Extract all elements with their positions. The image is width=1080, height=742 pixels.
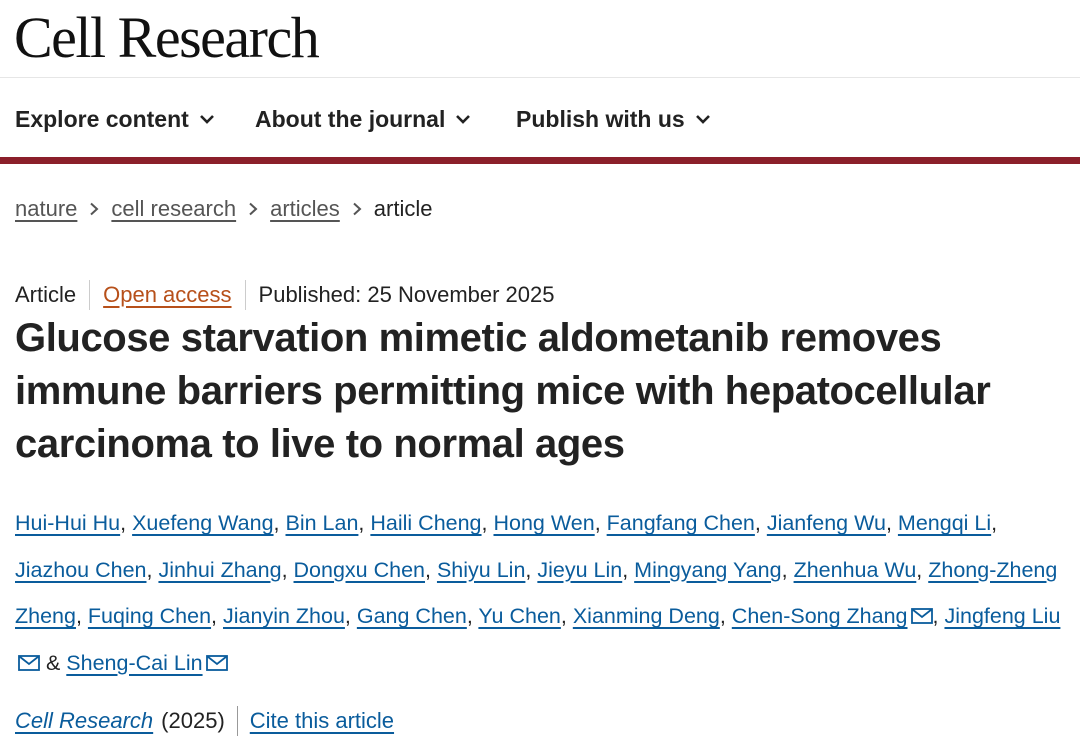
citation: Cell Research (2025) Cite this article xyxy=(15,706,394,736)
breadcrumb-current: article xyxy=(373,196,433,221)
chevron-down-icon xyxy=(695,115,710,124)
nav-publish-with-us[interactable]: Publish with us xyxy=(516,106,711,133)
masthead: Cell Research xyxy=(0,0,1080,78)
author-link[interactable]: Yu Chen xyxy=(478,604,560,628)
author-link[interactable]: Fangfang Chen xyxy=(607,511,755,535)
article-meta: Article Open access Published: 25 Novemb… xyxy=(15,280,555,310)
breadcrumb-articles[interactable]: articles xyxy=(270,196,340,222)
author-link[interactable]: Fuqing Chen xyxy=(88,604,211,628)
meta-divider xyxy=(244,280,246,310)
chevron-right-icon xyxy=(89,202,99,216)
author-link[interactable]: Jinhui Zhang xyxy=(158,558,281,582)
author-separator: , xyxy=(120,511,133,535)
author-separator: , xyxy=(344,604,357,628)
citation-divider xyxy=(236,706,238,736)
main-nav: Explore content About the journal Publis… xyxy=(0,79,1080,158)
author-separator: , xyxy=(719,604,732,628)
author-separator: , xyxy=(75,604,88,628)
author-link[interactable]: Mengqi Li xyxy=(898,511,991,535)
author-link[interactable]: Xianming Deng xyxy=(573,604,720,628)
author-separator: , xyxy=(932,604,945,628)
chevron-down-icon xyxy=(199,115,214,124)
author-link[interactable]: Chen-Song Zhang xyxy=(732,604,908,628)
author-separator: , xyxy=(425,557,437,582)
article-title: Glucose starvation mimetic aldometanib r… xyxy=(15,316,991,466)
author-link[interactable]: Xuefeng Wang xyxy=(132,511,273,535)
mail-icon[interactable] xyxy=(205,654,228,671)
journal-link[interactable]: Cell Research xyxy=(15,708,153,734)
chevron-right-icon xyxy=(352,202,362,216)
breadcrumb-cell-research[interactable]: cell research xyxy=(111,196,236,222)
author-link[interactable]: Jiazhou Chen xyxy=(15,558,146,582)
author-separator: , xyxy=(754,511,767,535)
author-link[interactable]: Sheng-Cai Lin xyxy=(66,651,202,675)
author-separator: , xyxy=(885,511,898,535)
article-type: Article xyxy=(15,282,77,307)
chevron-down-icon xyxy=(456,115,471,124)
nav-about-the-journal[interactable]: About the journal xyxy=(255,106,471,133)
author-link[interactable]: Jianyin Zhou xyxy=(223,604,345,628)
cite-this-article-link[interactable]: Cite this article xyxy=(250,708,394,734)
author-link[interactable]: Hui-Hui Hu xyxy=(15,511,120,535)
author-separator: , xyxy=(481,511,494,535)
author-separator: , xyxy=(211,604,223,628)
author-link[interactable]: Dongxu Chen xyxy=(294,558,425,582)
breadcrumb: nature cell research articles article xyxy=(15,196,432,222)
author-link[interactable]: Bin Lan xyxy=(286,511,359,535)
author-link[interactable]: Zhenhua Wu xyxy=(794,558,917,582)
chevron-right-icon xyxy=(248,202,258,216)
author-separator: , xyxy=(781,557,794,582)
author-separator: , xyxy=(466,604,479,628)
mail-icon[interactable] xyxy=(18,654,40,671)
author-link[interactable]: Gang Chen xyxy=(357,604,467,628)
mail-icon[interactable] xyxy=(910,608,933,624)
published-date: Published: 25 November 2025 xyxy=(258,282,555,307)
nav-item-label: About the journal xyxy=(255,106,446,132)
meta-divider xyxy=(89,280,91,310)
author-separator: , xyxy=(622,557,635,582)
author-separator: , xyxy=(560,604,573,628)
author-ampersand: & xyxy=(40,650,67,675)
citation-year: (2025) xyxy=(161,708,225,733)
author-link[interactable]: Mingyang Yang xyxy=(634,558,781,582)
author-link[interactable]: Shiyu Lin xyxy=(437,558,525,582)
author-link[interactable]: Hong Wen xyxy=(493,511,594,535)
author-separator: , xyxy=(594,511,607,535)
author-separator: , xyxy=(916,557,929,582)
author-list: Hui-Hui Hu, Xuefeng Wang, Bin Lan, Haili… xyxy=(15,500,1077,686)
author-separator: , xyxy=(358,511,371,535)
nav-explore-content[interactable]: Explore content xyxy=(15,106,215,133)
author-link[interactable]: Haili Cheng xyxy=(370,511,481,535)
author-separator: , xyxy=(281,557,294,582)
nav-item-label: Publish with us xyxy=(516,106,685,132)
author-separator: , xyxy=(273,511,286,535)
author-link[interactable]: Jieyu Lin xyxy=(537,558,622,582)
author-separator: , xyxy=(146,557,159,582)
author-link[interactable]: Jingfeng Liu xyxy=(944,604,1060,628)
nav-accent-bar xyxy=(0,157,1080,164)
site-logo[interactable]: Cell Research xyxy=(14,6,320,70)
author-link[interactable]: Jianfeng Wu xyxy=(767,511,886,535)
author-separator: , xyxy=(991,511,998,535)
open-access-link[interactable]: Open access xyxy=(103,282,231,308)
breadcrumb-nature[interactable]: nature xyxy=(15,196,77,222)
nav-item-label: Explore content xyxy=(15,106,189,132)
author-separator: , xyxy=(525,557,538,582)
